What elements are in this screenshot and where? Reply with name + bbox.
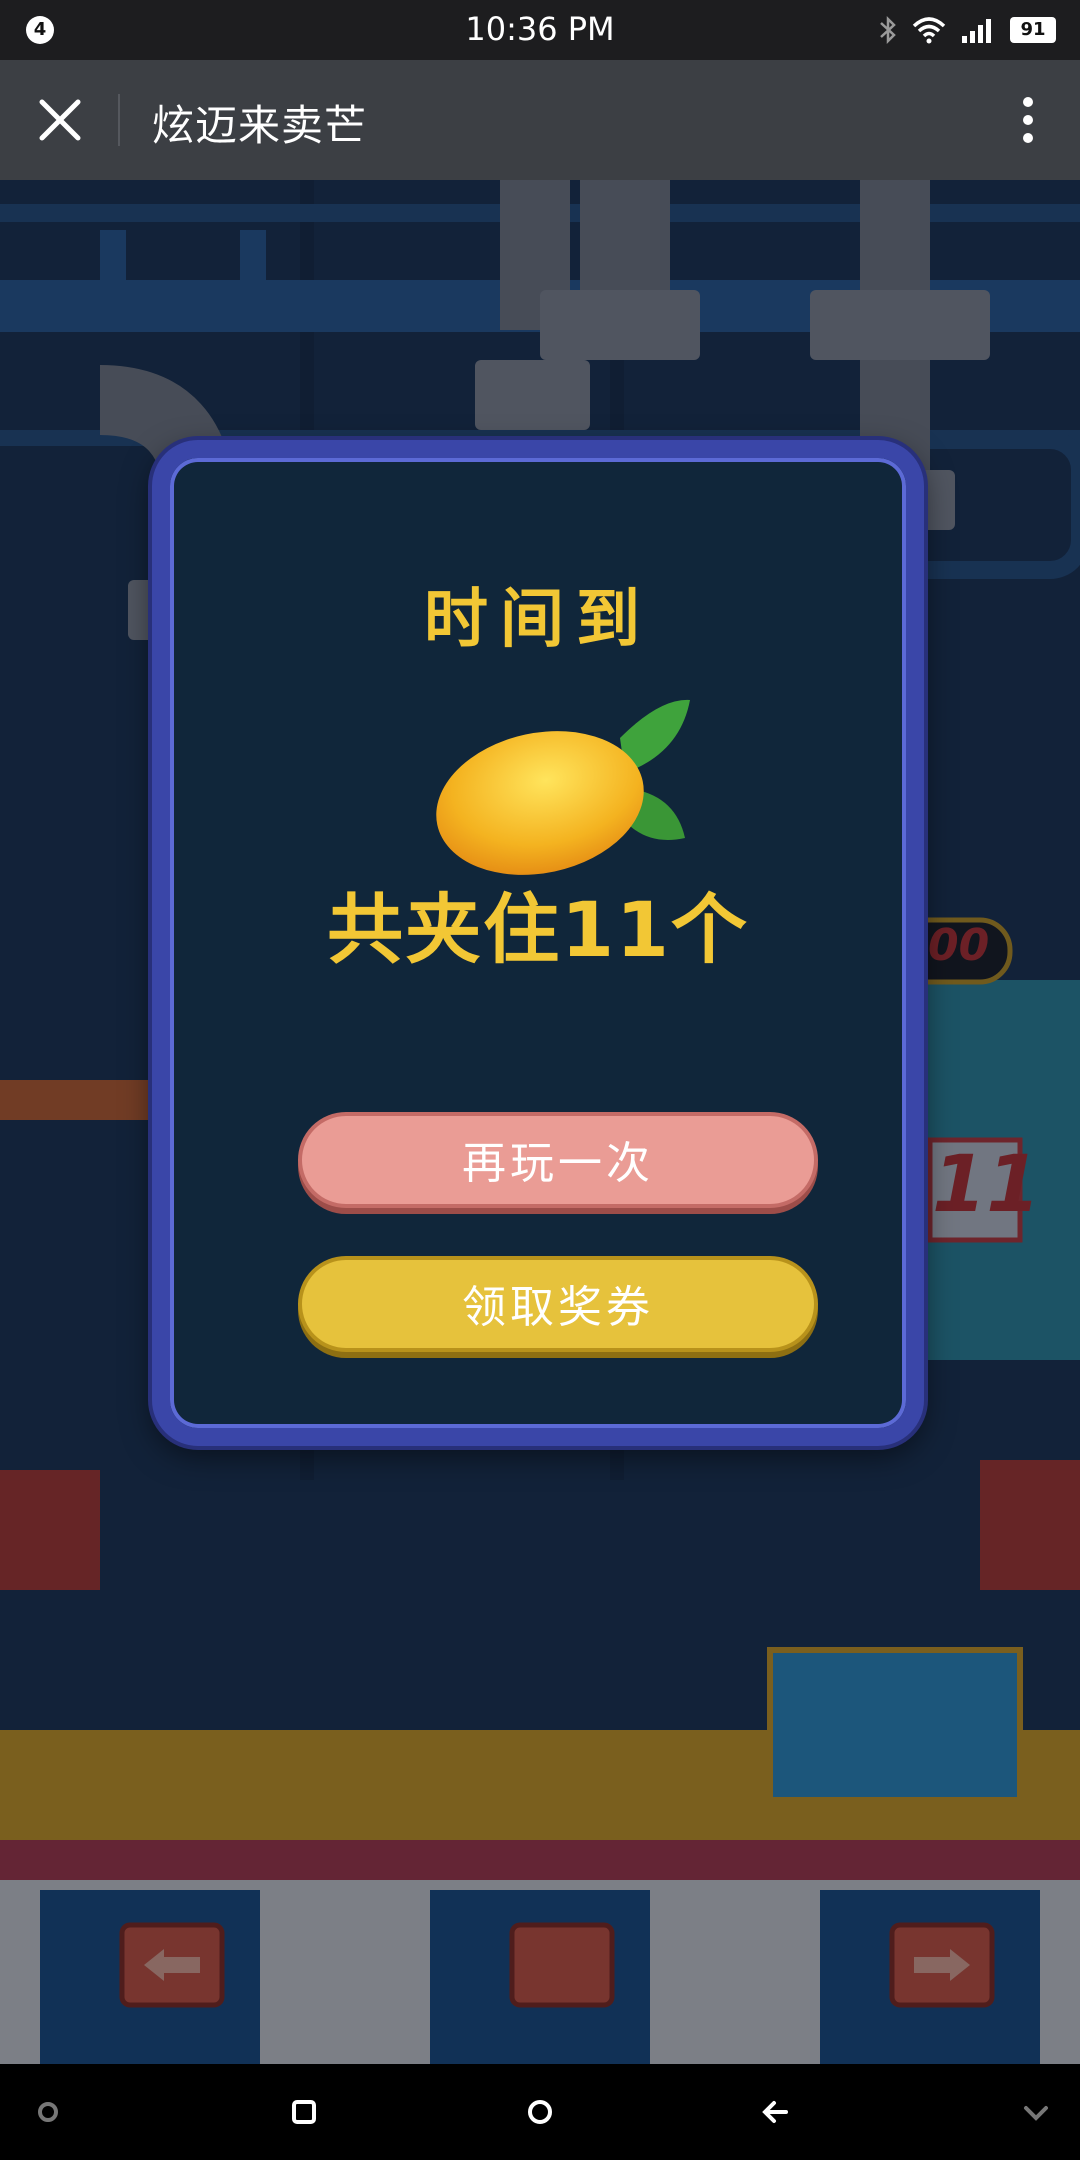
collapse-icon[interactable] — [1012, 2088, 1060, 2136]
bluetooth-icon — [880, 15, 896, 45]
title-divider — [118, 94, 120, 146]
battery-icon: 91 — [1010, 17, 1056, 43]
status-bar: 4 10:36 PM 91 — [0, 0, 1080, 60]
status-icons: 91 — [878, 12, 1056, 48]
mango-icon — [436, 699, 690, 875]
recents-icon[interactable] — [280, 2088, 328, 2136]
system-nav-bar — [0, 2064, 1080, 2160]
claim-coupon-button[interactable]: 领取奖券 — [298, 1256, 818, 1352]
home-icon[interactable] — [516, 2088, 564, 2136]
result-text: 共夹住11个 — [327, 885, 749, 974]
play-again-button[interactable]: 再玩一次 — [298, 1112, 818, 1208]
page-title: 炫迈来卖芒 — [152, 101, 368, 150]
wifi-icon — [912, 17, 946, 44]
more-vertical-icon[interactable] — [1008, 90, 1048, 150]
close-icon[interactable] — [28, 88, 92, 152]
signal-icon — [962, 19, 991, 43]
settings-icon[interactable] — [24, 2088, 72, 2136]
title-bar: 炫迈来卖芒 — [0, 60, 1080, 180]
time-up-heading: 时间到 — [424, 583, 652, 657]
back-icon[interactable] — [752, 2088, 800, 2136]
result-modal: 时间到 共夹住11个 再玩一次 领取奖券 — [152, 440, 924, 1446]
